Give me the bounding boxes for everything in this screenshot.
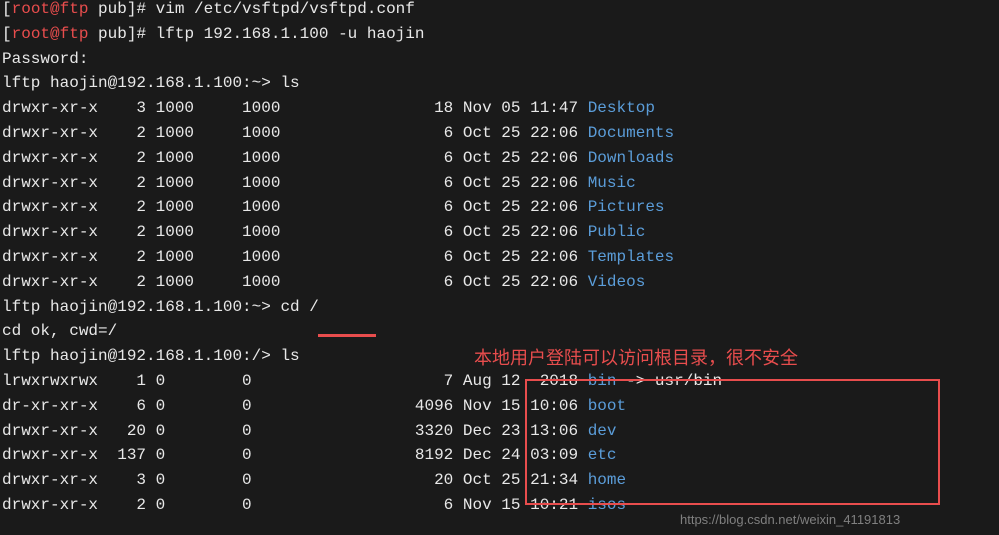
terminal-line: drwxr-xr-x 20 0 0 3320 Dec 23 13:06 dev [2,419,997,444]
terminal-line: drwxr-xr-x 2 1000 1000 6 Oct 25 22:06 Mu… [2,171,997,196]
terminal-line: drwxr-xr-x 2 1000 1000 6 Oct 25 22:06 Pi… [2,195,997,220]
terminal-line: drwxr-xr-x 2 1000 1000 6 Oct 25 22:06 Vi… [2,270,997,295]
annotation-text: 本地用户登陆可以访问根目录，很不安全 [474,345,798,373]
terminal-output: [root@ftp pub]# vim /etc/vsftpd/vsftpd.c… [2,0,997,518]
terminal-line: Password: [2,47,997,72]
terminal-line: lftp haojin@192.168.1.100:~> ls [2,71,997,96]
terminal-line: [root@ftp pub]# vim /etc/vsftpd/vsftpd.c… [2,0,997,22]
watermark: https://blog.csdn.net/weixin_41191813 [680,510,900,530]
terminal-line: drwxr-xr-x 2 1000 1000 6 Oct 25 22:06 Do… [2,146,997,171]
terminal-line: drwxr-xr-x 2 1000 1000 6 Oct 25 22:06 Te… [2,245,997,270]
terminal-line: drwxr-xr-x 3 1000 1000 18 Nov 05 11:47 D… [2,96,997,121]
terminal-line: [root@ftp pub]# lftp 192.168.1.100 -u ha… [2,22,997,47]
terminal-line: drwxr-xr-x 137 0 0 8192 Dec 24 03:09 etc [2,443,997,468]
terminal-line: drwxr-xr-x 2 1000 1000 6 Oct 25 22:06 Do… [2,121,997,146]
terminal-line: cd ok, cwd=/ [2,319,997,344]
terminal-line: drwxr-xr-x 3 0 0 20 Oct 25 21:34 home [2,468,997,493]
terminal-line: dr-xr-xr-x 6 0 0 4096 Nov 15 10:06 boot [2,394,997,419]
terminal-line: lftp haojin@192.168.1.100:~> cd / [2,295,997,320]
terminal-line: drwxr-xr-x 2 1000 1000 6 Oct 25 22:06 Pu… [2,220,997,245]
